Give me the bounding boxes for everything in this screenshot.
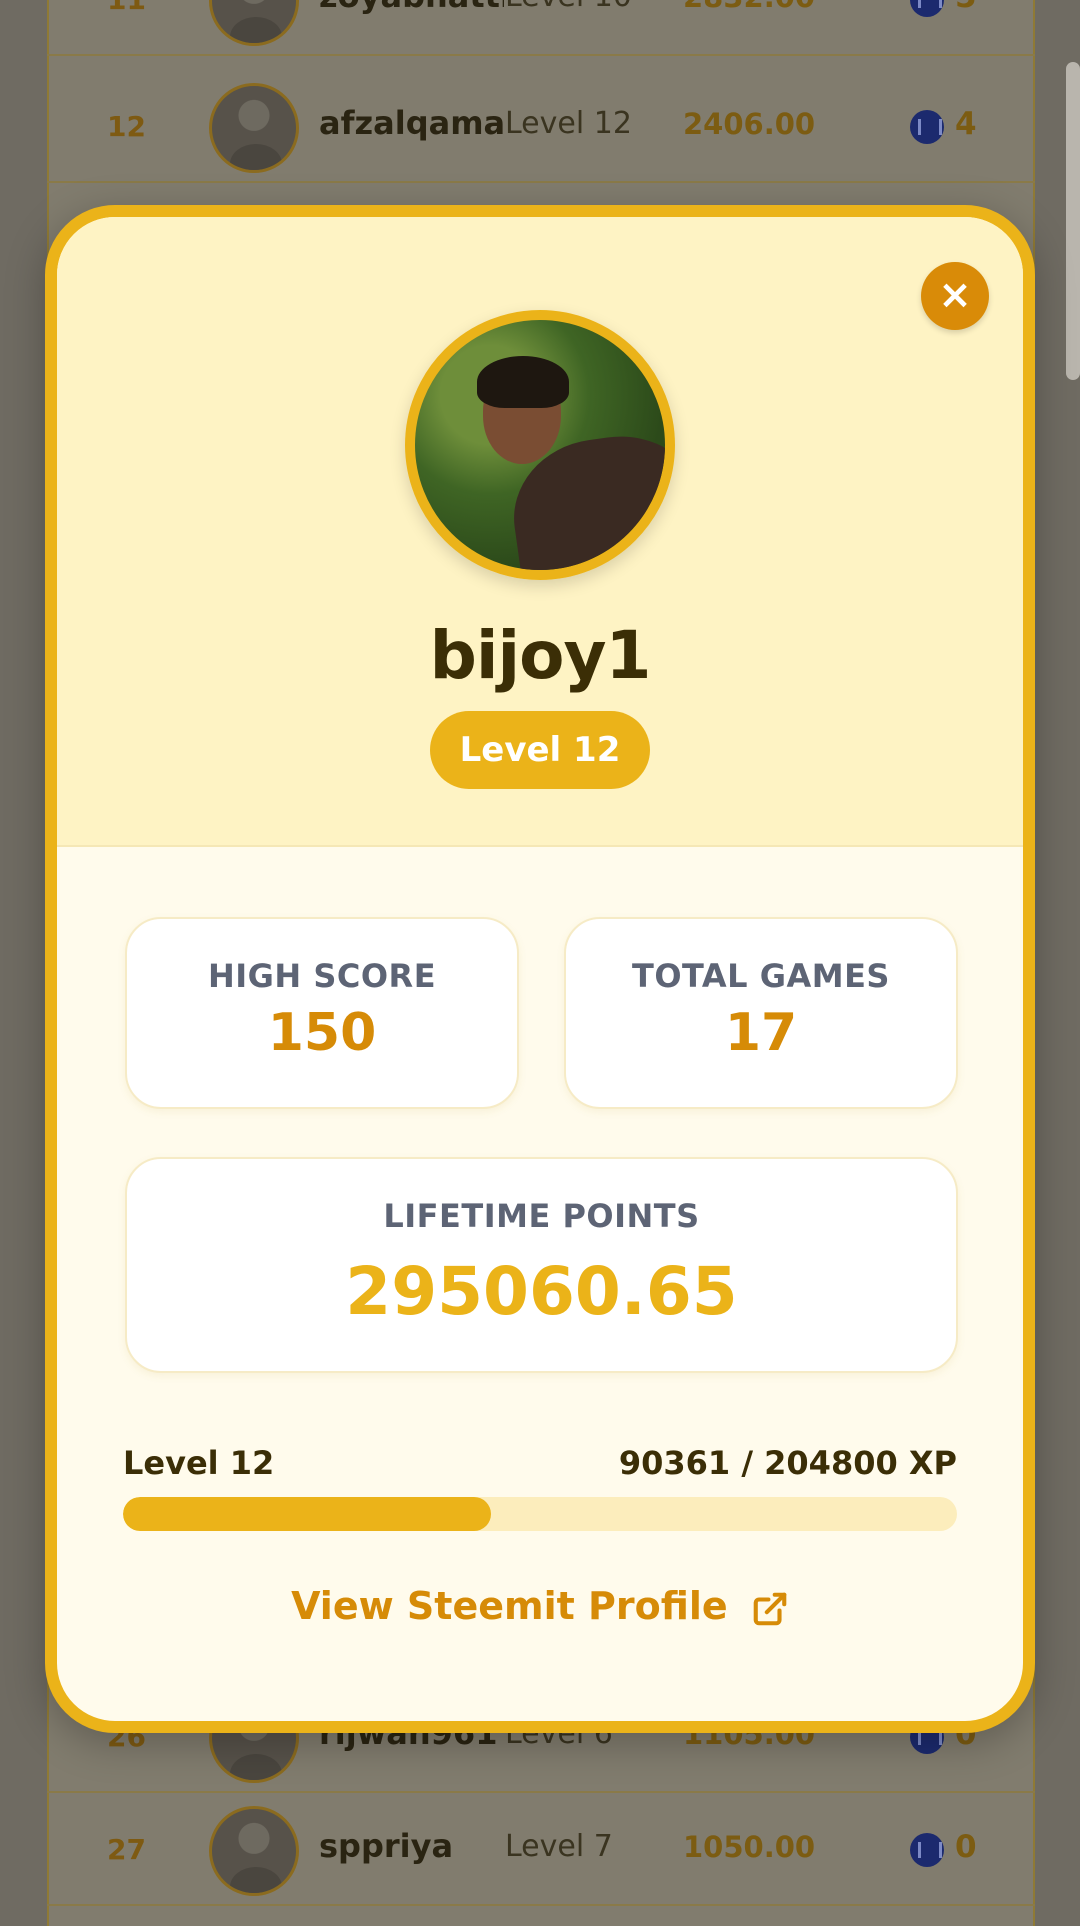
row-score: 2406.00 (683, 107, 816, 141)
xp-level-label: Level 12 (123, 1444, 275, 1482)
row-score: 1050.00 (683, 1830, 816, 1864)
steem-icon (910, 110, 944, 144)
avatar (209, 83, 299, 173)
lifetime-points-label: LIFETIME POINTS (383, 1197, 700, 1235)
xp-progress-fill (123, 1497, 491, 1531)
row-level: Level 7 (505, 1829, 613, 1864)
steem-icon (910, 1833, 944, 1867)
view-steemit-profile-link[interactable]: View Steemit Profile (57, 1584, 1023, 1628)
row-count: 4 (955, 106, 977, 142)
row-score: 2832.00 (683, 0, 815, 14)
avatar (209, 0, 299, 46)
high-score-value: 150 (267, 1003, 377, 1063)
table-row[interactable]: 11 zoyabhattiLevel 10 2832.00 5 (47, 0, 1035, 56)
rank-number: 11 (107, 0, 146, 16)
row-username[interactable]: zoyabhatti (319, 0, 504, 15)
total-games-label: TOTAL GAMES (632, 957, 890, 995)
high-score-card: HIGH SCORE 150 (125, 917, 519, 1109)
total-games-card: TOTAL GAMES 17 (564, 917, 958, 1109)
close-icon: × (938, 272, 972, 318)
profile-avatar (405, 310, 675, 580)
high-score-label: HIGH SCORE (207, 957, 437, 995)
row-count: 5 (955, 0, 977, 15)
total-games-value: 17 (724, 1003, 798, 1063)
profile-modal: × bijoy1 Level 12 HIGH SCORE 150 TOTAL G… (45, 205, 1035, 1733)
scrollbar-thumb[interactable] (1066, 62, 1080, 380)
close-button[interactable]: × (921, 262, 989, 330)
steem-icon (910, 0, 944, 17)
table-row[interactable]: 12 afzalqama Level 12 2406.00 4 (47, 70, 1035, 183)
level-badge: Level 12 (430, 711, 650, 789)
profile-username: bijoy1 (429, 617, 652, 694)
table-row[interactable]: 27 sppriya Level 7 1050.00 0 (47, 1793, 1035, 1906)
lifetime-points-value: 295060.65 (345, 1253, 738, 1330)
external-link-icon (753, 1592, 787, 1625)
row-level: Level 12 (505, 106, 632, 141)
row-level: Level 10 (505, 0, 632, 14)
rank-number: 12 (107, 110, 146, 143)
row-username[interactable]: afzalqama (319, 104, 504, 142)
xp-progress-bar (123, 1497, 957, 1531)
profile-link-label: View Steemit Profile (291, 1584, 728, 1628)
row-username[interactable]: sppriya (319, 1827, 504, 1865)
lifetime-points-card: LIFETIME POINTS 295060.65 (125, 1157, 958, 1373)
rank-number: 27 (107, 1833, 146, 1866)
row-count: 0 (955, 1829, 977, 1865)
avatar (209, 1806, 299, 1896)
xp-progress-text: 90361 / 204800 XP (618, 1444, 957, 1482)
